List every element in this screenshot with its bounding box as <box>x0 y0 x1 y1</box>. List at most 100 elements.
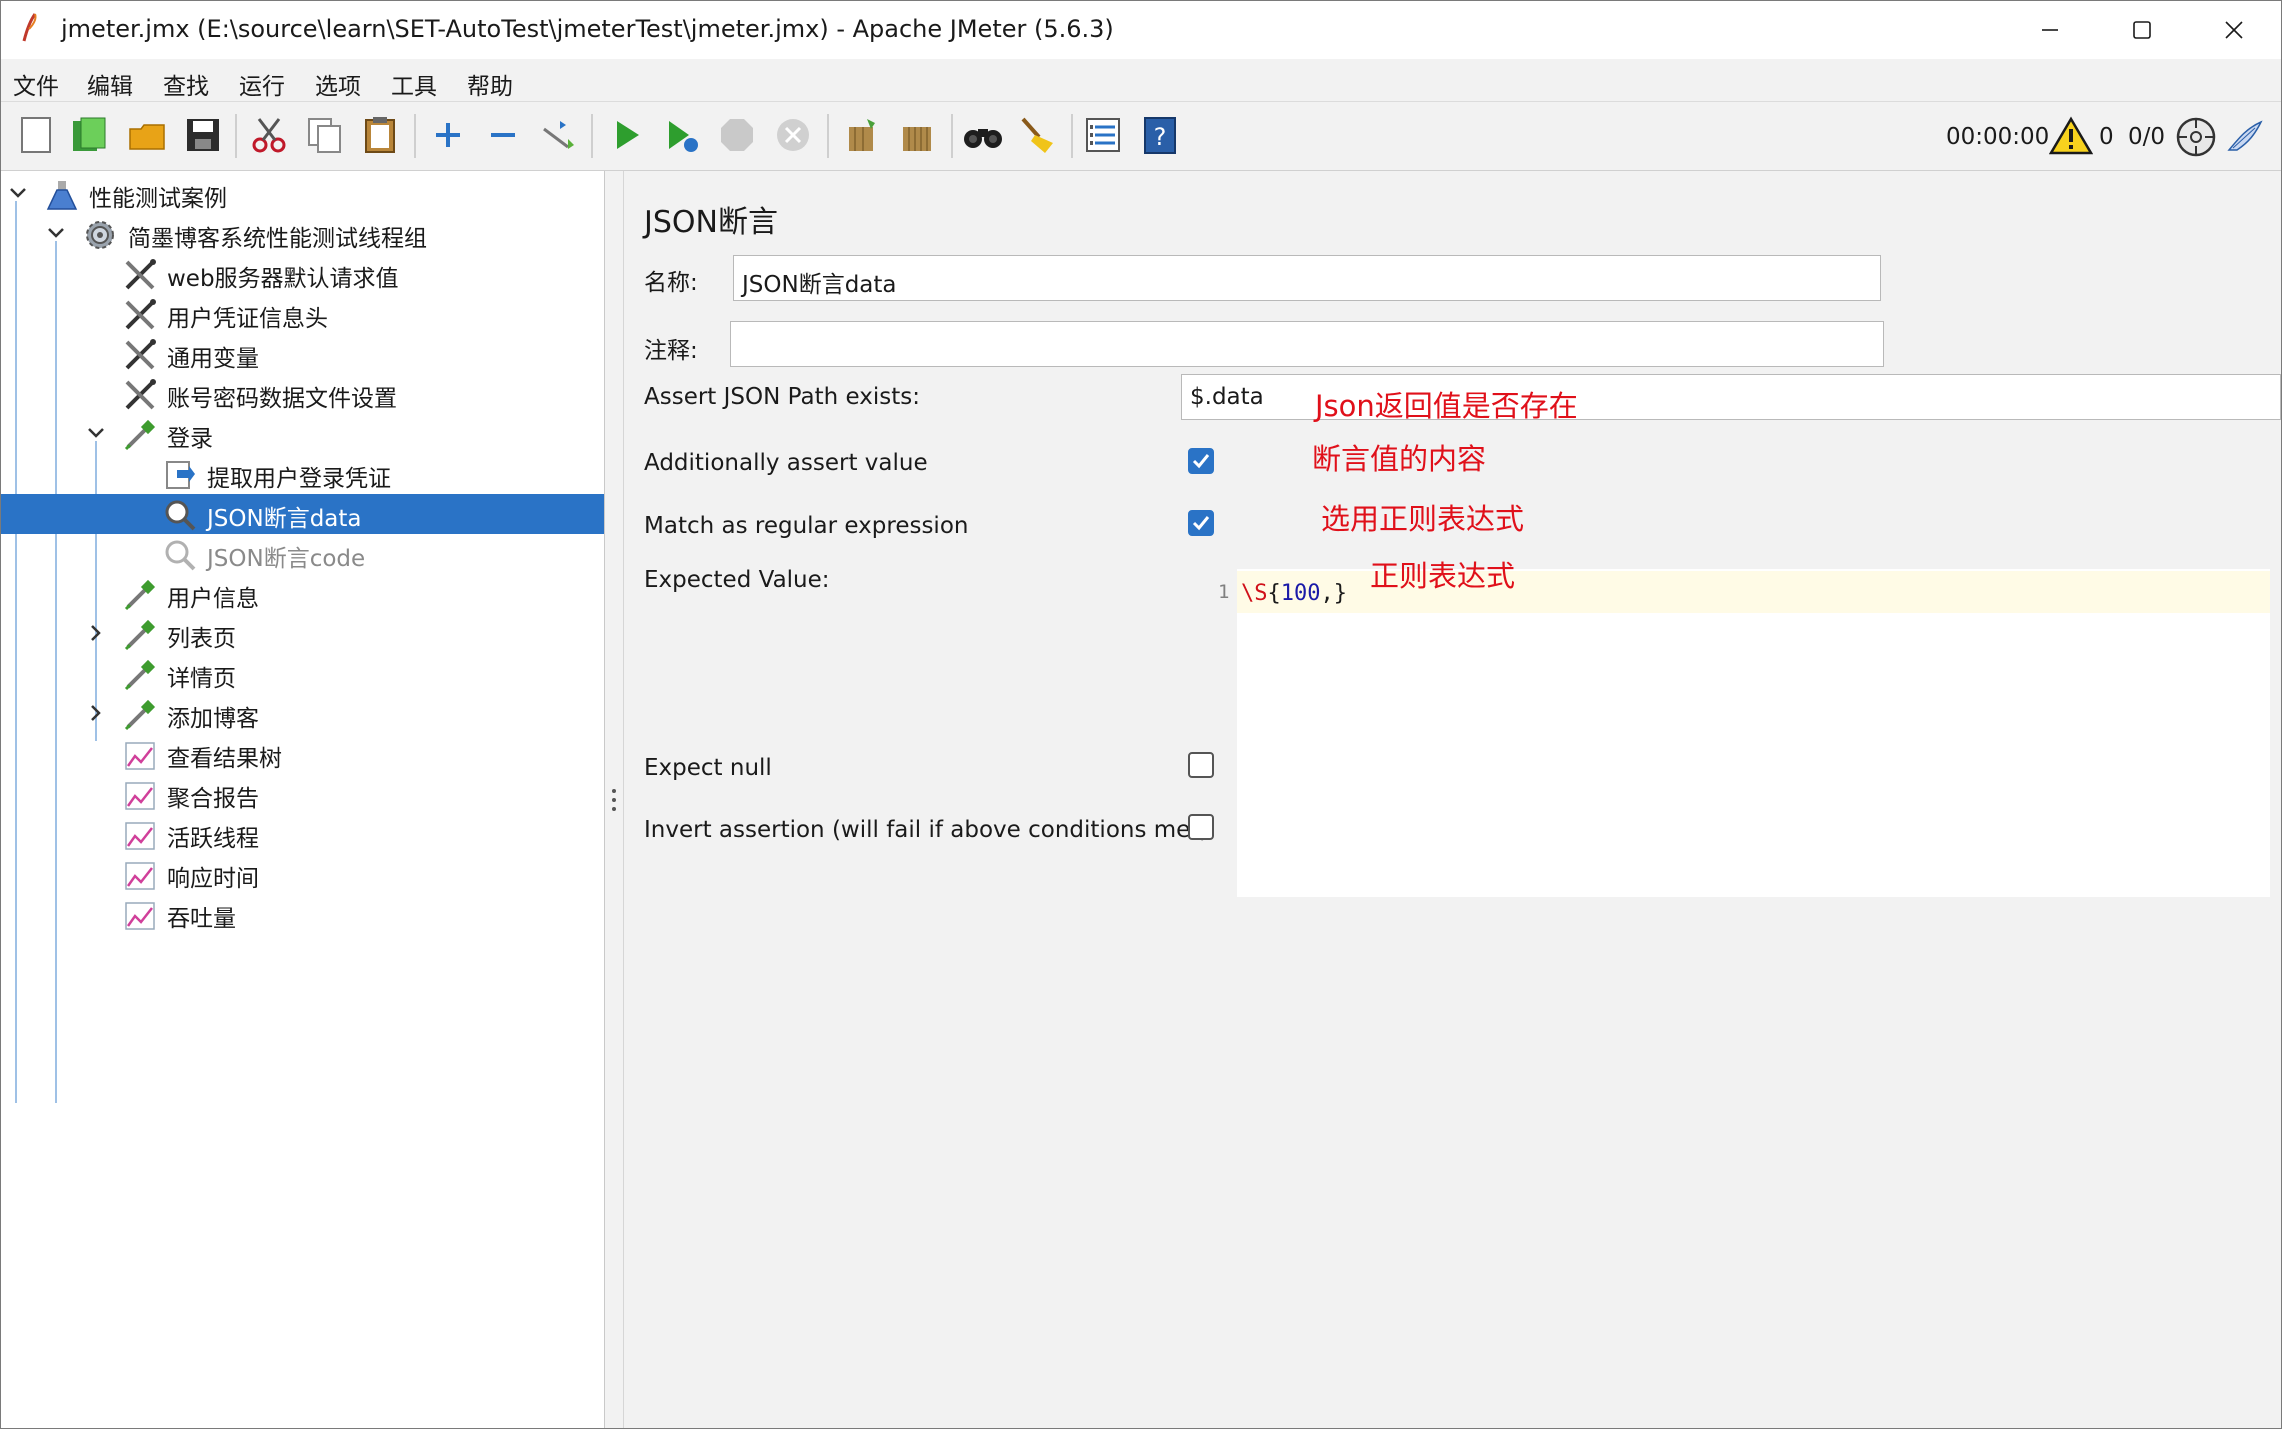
tree-node-label: 登录 <box>167 426 213 452</box>
maximize-button[interactable] <box>2096 1 2188 59</box>
open-button[interactable] <box>125 113 169 157</box>
save-button[interactable] <box>181 113 225 157</box>
assert-value-checkbox[interactable] <box>1188 448 1214 474</box>
minimize-button[interactable] <box>2004 1 2096 59</box>
reset-search-button[interactable] <box>1015 113 1059 157</box>
tree-node[interactable]: 通用变量 <box>1 334 604 374</box>
maximize-icon <box>2133 21 2151 39</box>
annotation-assert-value: 断言值的内容 <box>1312 442 1487 476</box>
tree-node[interactable]: 添加博客 <box>1 694 604 734</box>
reset-broom-icon <box>1021 117 1053 153</box>
sampler-pipette-icon <box>123 658 157 692</box>
listener-graph-icon <box>123 778 157 812</box>
error-count: 0 <box>2099 124 2114 150</box>
active-threads: 0/0 <box>2128 124 2166 150</box>
toolbar-separator <box>235 114 237 158</box>
menu-bar: 文件 编辑 查找 运行 选项 工具 帮助 <box>1 59 2281 100</box>
toggle-wand-icon <box>543 121 574 149</box>
tree-node-label: 提取用户登录凭证 <box>207 466 391 492</box>
toolbar-separator <box>591 114 593 158</box>
assert-value-label: Additionally assert value <box>644 450 928 476</box>
toolbar: ? 00:00:00 0 0/0 <box>1 101 2281 171</box>
copy-button[interactable] <box>303 113 347 157</box>
paste-button[interactable] <box>358 113 402 157</box>
tree-node[interactable]: 用户凭证信息头 <box>1 294 604 334</box>
splitter-grip-dot <box>612 798 616 802</box>
tree-node-label: 通用变量 <box>167 346 259 372</box>
menu-help[interactable]: 帮助 <box>465 63 515 105</box>
jmeter-window: jmeter.jmx (E:\source\learn\SET-AutoTest… <box>0 0 2282 1429</box>
menu-tools[interactable]: 工具 <box>389 63 439 105</box>
menu-search[interactable]: 查找 <box>161 63 211 105</box>
minus-icon <box>491 133 515 137</box>
collapse-all-button[interactable] <box>481 113 525 157</box>
templates-button[interactable] <box>67 113 111 157</box>
clear-button[interactable] <box>839 113 883 157</box>
chevron-down-icon[interactable] <box>85 422 107 444</box>
tree-node[interactable]: 响应时间 <box>1 854 604 894</box>
expected-value-editor[interactable]: \S{100,} <box>1237 569 2270 897</box>
tree-node[interactable]: 用户信息 <box>1 574 604 614</box>
svg-text:?: ? <box>1154 123 1167 151</box>
tree-node[interactable]: 简墨博客系统性能测试线程组 <box>1 214 604 254</box>
expect-null-checkbox[interactable] <box>1188 752 1214 778</box>
menu-options[interactable]: 选项 <box>313 63 363 105</box>
tree-node[interactable]: web服务器默认请求值 <box>1 254 604 294</box>
comment-input[interactable] <box>730 321 1884 367</box>
chevron-right-icon[interactable] <box>85 622 107 644</box>
start-no-pauses-button[interactable] <box>659 113 703 157</box>
name-input[interactable]: JSON断言data <box>733 255 1881 301</box>
editor-gutter: 1 <box>1184 569 1236 897</box>
tree-node[interactable]: 登录 <box>1 414 604 454</box>
tree-node-label: 列表页 <box>167 626 236 652</box>
chevron-down-icon[interactable] <box>45 222 67 244</box>
tree-node[interactable]: 详情页 <box>1 654 604 694</box>
tree-node[interactable]: JSON断言data <box>1 494 604 534</box>
tree-node[interactable]: 聚合报告 <box>1 774 604 814</box>
chevron-right-icon[interactable] <box>85 702 107 724</box>
menu-edit[interactable]: 编辑 <box>85 63 135 105</box>
toggle-button[interactable] <box>536 113 580 157</box>
shutdown-button[interactable] <box>771 113 815 157</box>
tree-node[interactable]: 账号密码数据文件设置 <box>1 374 604 414</box>
tree-node-label: web服务器默认请求值 <box>167 266 399 292</box>
minimize-icon <box>2042 29 2058 31</box>
start-button[interactable] <box>605 113 649 157</box>
menu-run[interactable]: 运行 <box>237 63 287 105</box>
stop-button[interactable] <box>715 113 759 157</box>
tree-node[interactable]: 提取用户登录凭证 <box>1 454 604 494</box>
tree-node[interactable]: JSON断言code <box>1 534 604 574</box>
clear-all-button[interactable] <box>895 113 939 157</box>
tree-node[interactable]: 活跃线程 <box>1 814 604 854</box>
chevron-down-icon[interactable] <box>7 182 29 204</box>
name-label: 名称: <box>644 270 698 296</box>
help-button[interactable]: ? <box>1137 113 1181 157</box>
cut-button[interactable] <box>247 113 291 157</box>
checkmark-icon <box>1192 516 1210 531</box>
listener-graph-icon <box>123 818 157 852</box>
code-brace-token: ,} <box>1320 581 1348 606</box>
log-viewer-icon[interactable] <box>2225 118 2265 156</box>
remote-globe-icon <box>2176 117 2216 157</box>
function-helper-button[interactable] <box>1081 113 1125 157</box>
panel-splitter[interactable] <box>605 171 624 1428</box>
close-button[interactable] <box>2188 1 2280 59</box>
search-button[interactable] <box>961 113 1005 157</box>
new-file-icon <box>21 117 51 153</box>
new-button[interactable] <box>14 113 58 157</box>
invert-assertion-checkbox[interactable] <box>1188 814 1214 840</box>
annotation-expected: 正则表达式 <box>1370 559 1516 593</box>
plus-icon <box>436 123 460 147</box>
expected-value-label: Expected Value: <box>644 567 830 593</box>
tree-node[interactable]: 查看结果树 <box>1 734 604 774</box>
regex-checkbox[interactable] <box>1188 510 1214 536</box>
menu-file[interactable]: 文件 <box>11 63 61 105</box>
expand-all-button[interactable] <box>426 113 470 157</box>
warning-icon[interactable] <box>2049 116 2093 156</box>
flask-icon <box>45 178 79 212</box>
tree-node[interactable]: 吞吐量 <box>1 894 604 934</box>
code-number-token: 100 <box>1280 581 1321 606</box>
tree-node[interactable]: 性能测试案例 <box>1 174 604 214</box>
tree-node[interactable]: 列表页 <box>1 614 604 654</box>
toolbar-separator <box>951 114 953 158</box>
